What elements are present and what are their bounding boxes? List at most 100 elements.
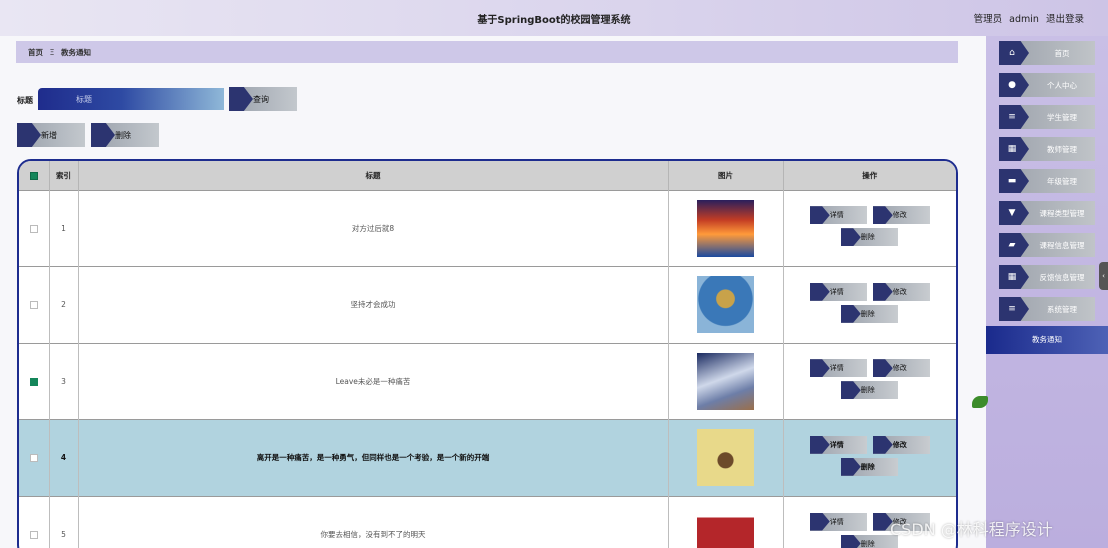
delete-label: 删除: [860, 462, 875, 471]
notice-image[interactable]: [697, 352, 754, 410]
main-content: 首页 Ξ 教务通知 标题 查询 新增 删除 索引 标题 图片 操作: [0, 36, 986, 548]
row-index: 2: [49, 266, 79, 343]
sidebar-item-label: 反馈信息管理: [1039, 273, 1085, 282]
row-index: 4: [49, 419, 79, 496]
delete-label: 删除: [860, 233, 875, 242]
column-index: 索引: [49, 161, 79, 190]
sidebar-item-courses[interactable]: ▰ 课程信息管理: [999, 233, 1095, 257]
column-title: 标题: [78, 161, 669, 190]
sidebar-item-grades[interactable]: ▬ 年级管理: [999, 169, 1095, 193]
user-area: 管理员 admin 退出登录: [970, 11, 1084, 25]
detail-button[interactable]: 详情: [809, 435, 867, 454]
flag-icon: [91, 123, 115, 147]
delete-label: 删除: [860, 386, 875, 395]
sidebar-item-academic-notice[interactable]: 教务通知: [986, 326, 1108, 354]
detail-label: 详情: [829, 517, 844, 526]
delete-label: 删除: [860, 539, 875, 548]
sidebar-item-home[interactable]: ⌂ 首页: [999, 41, 1095, 65]
breadcrumb-current: 教务通知: [61, 48, 91, 57]
detail-button[interactable]: 详情: [809, 206, 867, 225]
notice-image[interactable]: [697, 199, 754, 257]
flag-icon: [872, 435, 893, 454]
edit-button[interactable]: 修改: [872, 359, 930, 378]
sidebar-item-students[interactable]: ≡ 学生管理: [999, 105, 1095, 129]
edit-button[interactable]: 修改: [872, 282, 930, 301]
row-image-cell: [668, 266, 784, 343]
sidebar: ⌂ 首页 ● 个人中心 ≡ 学生管理 ▦ 教师管理 ▬ 年级管理 ▼ 课程类型管…: [986, 36, 1108, 548]
sidebar-item-label: 首页: [1054, 49, 1070, 58]
row-ops-cell: 详情 修改 删除: [783, 266, 956, 343]
delete-button[interactable]: 删除: [840, 381, 898, 400]
collapse-tab[interactable]: ‹: [1099, 262, 1108, 290]
watermark: CSDN @林科程序设计: [890, 520, 1053, 539]
detail-button[interactable]: 详情: [809, 282, 867, 301]
row-checkbox[interactable]: [29, 224, 38, 233]
row-checkbox[interactable]: [29, 531, 38, 539]
sidebar-item-feedback[interactable]: ▦ 反馈信息管理: [999, 265, 1095, 289]
add-button[interactable]: 新增: [17, 123, 85, 147]
table-row[interactable]: 2 坚持才会成功 详情 修改 删除: [19, 266, 956, 343]
delete-label: 删除: [860, 309, 875, 318]
table-header: 索引 标题 图片 操作: [19, 161, 956, 190]
search-button-label: 查询: [253, 95, 269, 104]
delete-button[interactable]: 删除: [840, 304, 898, 323]
sidebar-item-teachers[interactable]: ▦ 教师管理: [999, 137, 1095, 161]
bulk-delete-button[interactable]: 删除: [91, 123, 159, 147]
search-button[interactable]: 查询: [229, 87, 297, 111]
breadcrumb: 首页 Ξ 教务通知: [16, 41, 958, 63]
sidebar-item-label: 教师管理: [1047, 145, 1077, 154]
row-image-cell: [668, 419, 784, 496]
detail-button[interactable]: 详情: [809, 359, 867, 378]
flag-icon: [17, 123, 41, 147]
detail-button[interactable]: 详情: [809, 512, 867, 531]
sidebar-item-profile[interactable]: ● 个人中心: [999, 73, 1095, 97]
flag-icon: [872, 206, 893, 225]
edit-button[interactable]: 修改: [872, 206, 930, 225]
sidebar-item-label: 学生管理: [1047, 113, 1077, 122]
detail-label: 详情: [829, 287, 844, 296]
flag-icon: [809, 206, 830, 225]
row-select-cell: [19, 419, 50, 496]
sidebar-item-label: 系统管理: [1047, 305, 1077, 314]
flag-icon: [809, 512, 830, 531]
row-actions: 详情 修改 删除: [809, 359, 930, 403]
list-icon: ≡: [1008, 304, 1016, 314]
row-actions: 详情 修改 删除: [809, 282, 930, 327]
column-ops: 操作: [783, 161, 956, 190]
row-checkbox[interactable]: [29, 454, 38, 463]
edit-button[interactable]: 修改: [872, 435, 930, 454]
row-select-cell: [19, 342, 50, 420]
flag-icon: [229, 87, 253, 111]
table-row[interactable]: 1 对方过后就8 详情 修改 删除: [19, 189, 956, 267]
row-checkbox[interactable]: [29, 301, 38, 310]
flag-icon: [872, 359, 893, 378]
flag-icon: [840, 457, 861, 476]
notice-image[interactable]: [697, 506, 754, 548]
chat-icon: ▬: [1007, 176, 1017, 186]
breadcrumb-home[interactable]: 首页: [28, 48, 43, 57]
table-row[interactable]: 5 你要去相信，没有到不了的明天 详情 修改 删除: [19, 495, 956, 548]
notice-image[interactable]: [697, 429, 754, 487]
table-row-hovered[interactable]: 4 离开是一种痛苦，是一种勇气，但同样也是一个考验，是一个新的开端 详情 修改 …: [19, 419, 956, 496]
select-all-checkbox[interactable]: [29, 171, 38, 180]
edit-label: 修改: [892, 364, 907, 373]
select-all-cell: [19, 161, 50, 190]
search-input[interactable]: [38, 88, 224, 110]
column-image: 图片: [668, 161, 784, 190]
table-row[interactable]: 3 Leave未必是一种痛苦 详情 修改 删除: [19, 342, 956, 420]
row-actions: 详情 修改 删除: [809, 206, 930, 250]
delete-button[interactable]: 删除: [840, 228, 898, 247]
sidebar-item-course-types[interactable]: ▼ 课程类型管理: [999, 201, 1095, 225]
grid-icon: ▦: [1007, 144, 1017, 154]
user-role: 管理员: [973, 14, 1003, 25]
row-checkbox[interactable]: [29, 377, 38, 386]
delete-button[interactable]: 删除: [840, 457, 898, 476]
row-image-cell: [668, 189, 784, 267]
sidebar-item-system[interactable]: ≡ 系统管理: [999, 297, 1095, 321]
logout-link[interactable]: 退出登录: [1046, 14, 1084, 25]
row-index: 1: [49, 189, 79, 267]
row-title: 对方过后就8: [78, 189, 669, 267]
notice-image[interactable]: [697, 276, 754, 334]
flag-icon: [809, 359, 830, 378]
user-icon: ●: [1008, 80, 1016, 90]
